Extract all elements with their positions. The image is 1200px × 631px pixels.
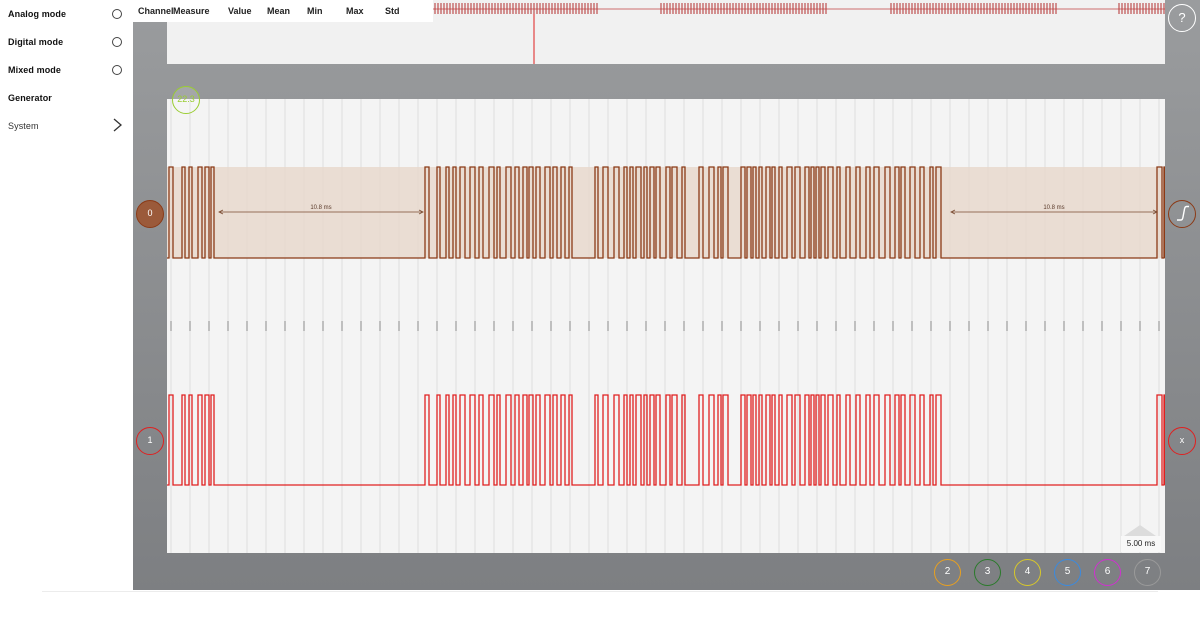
radio-unselected-icon[interactable] [112,9,122,19]
channel-4-button[interactable]: 4 [1014,559,1041,586]
radio-unselected-icon[interactable] [112,37,122,47]
divider [42,591,1158,592]
sidebar-item-label: System [8,121,39,131]
oscilloscope-app: Analog mode Digital mode Mixed mode Gene… [0,0,1200,631]
column-header-mean[interactable]: Mean [267,6,290,16]
channel-6-button[interactable]: 6 [1094,559,1121,586]
column-header-value[interactable]: Value [228,6,252,16]
column-header-std[interactable]: Std [385,6,400,16]
sidebar-item-system[interactable]: System [0,112,133,140]
channel-3-button[interactable]: 3 [974,559,1001,586]
timebase-label[interactable]: 5.00 ms [1121,536,1161,552]
channel-1-marker[interactable]: 1 [136,427,164,455]
bottom-strip [0,590,1200,631]
channel-2-button[interactable]: 2 [934,559,961,586]
help-button[interactable]: ? [1168,4,1196,32]
interval-label: 10.8 ms [1043,205,1064,211]
rising-edge-icon [1176,205,1189,221]
sidebar-item-digital-mode[interactable]: Digital mode [0,28,133,56]
chevron-right-icon[interactable] [110,117,124,133]
channel-7-button[interactable]: 7 [1134,559,1161,586]
plot-waveforms[interactable]: 10.8 ms 10.8 ms [167,99,1165,553]
column-header-min[interactable]: Min [307,6,323,16]
sidebar-item-label: Digital mode [8,37,64,47]
sidebar-item-analog-mode[interactable]: Analog mode [0,0,133,28]
measurement-table-header: Channel Measure Value Mean Min Max Std [133,0,433,22]
sidebar-item-mixed-mode[interactable]: Mixed mode [0,56,133,84]
column-header-measure[interactable]: Measure [173,6,210,16]
trigger-edge-button[interactable] [1168,200,1196,228]
channel-0-marker[interactable]: 0 [136,200,164,228]
radio-unselected-icon[interactable] [112,65,122,75]
column-header-max[interactable]: Max [346,6,364,16]
channel-5-button[interactable]: 5 [1054,559,1081,586]
trigger-level-marker[interactable]: 22.3 [172,86,200,114]
sidebar-item-label: Analog mode [8,9,67,19]
sidebar-item-label: Mixed mode [8,65,62,75]
sidebar: Analog mode Digital mode Mixed mode Gene… [0,0,133,141]
timebase-up-arrow-icon[interactable] [1124,525,1156,536]
close-channel-button[interactable]: x [1168,427,1196,455]
sidebar-item-generator[interactable]: Generator [0,84,133,112]
column-header-channel[interactable]: Channel [138,6,174,16]
channel-1-trace [167,394,1165,486]
interval-label: 10.8 ms [310,205,331,211]
sidebar-item-label: Generator [8,93,52,103]
